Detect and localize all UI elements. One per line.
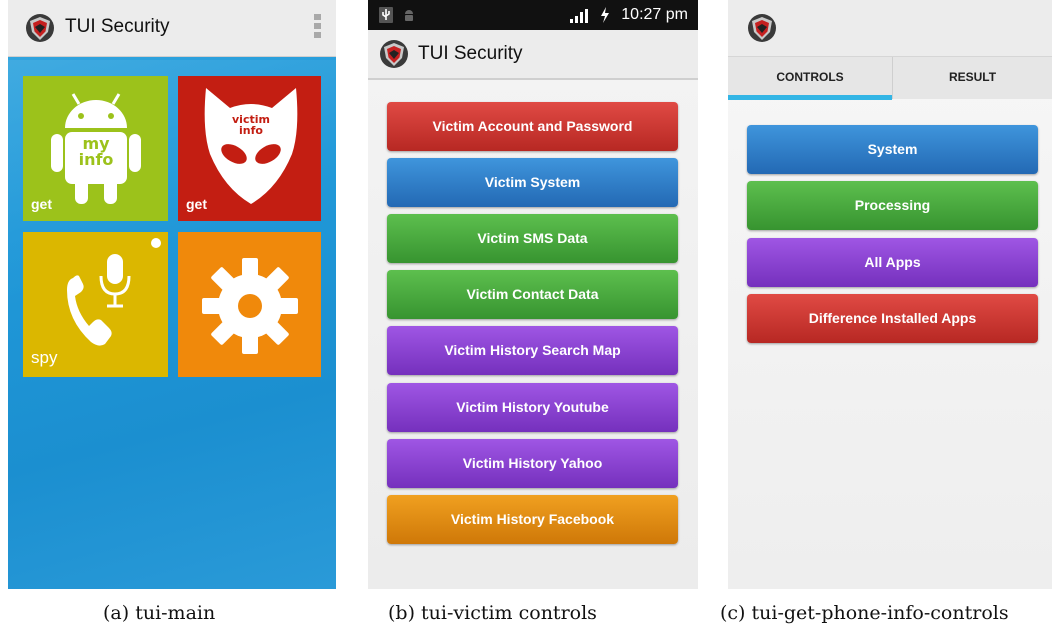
status-time: 10:27 pm (621, 6, 688, 23)
tile-settings[interactable] (178, 232, 321, 377)
shield-logo-icon (380, 40, 408, 68)
notification-dot (151, 238, 161, 248)
victim-history-yahoo-button[interactable]: Victim History Yahoo (387, 439, 678, 488)
usb-icon (379, 7, 393, 23)
shield-logo-icon (26, 14, 54, 42)
phone-microphone-icon (67, 254, 131, 346)
tab-bar: CONTROLS RESULT (728, 57, 1052, 99)
action-bar (728, 0, 1052, 57)
gear-icon (202, 258, 298, 354)
caption-b: (b) tui-victim controls (388, 602, 597, 624)
tile-info-text: info (239, 124, 263, 137)
victim-contact-data-button[interactable]: Victim Contact Data (387, 270, 678, 319)
active-tab-indicator (728, 95, 892, 100)
tui-main-screen: TUI Security my info get victim info get… (8, 0, 336, 589)
caption-c: (c) tui-get-phone-info-controls (720, 602, 1009, 624)
tile-label: spy (31, 348, 58, 367)
victim-sms-data-button[interactable]: Victim SMS Data (387, 214, 678, 263)
app-title: TUI Security (65, 16, 170, 37)
battery-charging-icon (601, 7, 609, 23)
alien-head-icon (204, 88, 298, 204)
caption-a: (a) tui-main (103, 602, 216, 624)
tui-get-phone-info-controls-screen: CONTROLS RESULT System Processing All Ap… (728, 0, 1052, 589)
system-button[interactable]: System (747, 125, 1038, 174)
tui-victim-controls-screen: 10:27 pm TUI Security Victim Account and… (368, 0, 698, 589)
victim-account-password-button[interactable]: Victim Account and Password (387, 102, 678, 151)
difference-installed-apps-button[interactable]: Difference Installed Apps (747, 294, 1038, 343)
victim-system-button[interactable]: Victim System (387, 158, 678, 207)
tile-label: get (186, 196, 207, 212)
android-notification-icon (405, 10, 413, 21)
tile-info-text: info (78, 150, 114, 169)
shield-logo-icon (748, 14, 776, 42)
victim-history-facebook-button[interactable]: Victim History Facebook (387, 495, 678, 544)
status-bar: 10:27 pm (368, 0, 698, 30)
tab-controls[interactable]: CONTROLS (728, 57, 892, 99)
victim-history-search-map-button[interactable]: Victim History Search Map (387, 326, 678, 375)
all-apps-button[interactable]: All Apps (747, 238, 1038, 287)
tile-spy[interactable]: spy (23, 232, 168, 377)
tile-label: get (31, 196, 52, 212)
tile-get-my-info[interactable]: my info get (23, 76, 168, 221)
app-title: TUI Security (418, 43, 523, 64)
action-bar: TUI Security (368, 30, 698, 80)
signal-strength-icon (570, 9, 588, 23)
tile-get-victim-info[interactable]: victim info get (178, 76, 321, 221)
victim-history-youtube-button[interactable]: Victim History Youtube (387, 383, 678, 432)
action-bar: TUI Security (8, 0, 336, 57)
processing-button[interactable]: Processing (747, 181, 1038, 230)
overflow-menu-icon[interactable] (314, 14, 322, 40)
tab-result[interactable]: RESULT (893, 57, 1052, 99)
